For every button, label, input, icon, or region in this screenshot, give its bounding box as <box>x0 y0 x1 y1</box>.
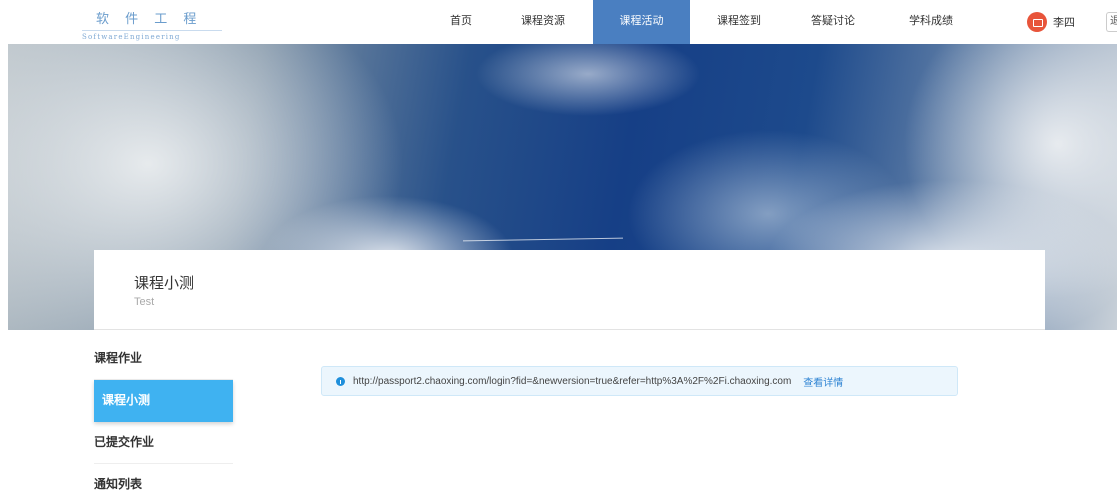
nav-home[interactable]: 首页 <box>444 0 478 44</box>
sidebar-item-submitted-homework[interactable]: 已提交作业 <box>94 422 233 464</box>
top-header: 软 件 工 程 SoftwareEngineering 首页 课程资源 课程活动… <box>0 0 1117 44</box>
sidebar-menu: 课程作业 课程小测 已提交作业 通知列表 <box>94 338 233 501</box>
sidebar-item-notice-list[interactable]: 通知列表 <box>94 464 233 501</box>
avatar-icon[interactable] <box>1027 12 1047 32</box>
sidebar-item-label: 通知列表 <box>94 477 143 491</box>
sidebar-item-label: 已提交作业 <box>94 435 155 449</box>
logo-chinese-text: 软 件 工 程 <box>96 12 203 27</box>
sidebar-item-label: 课程小测 <box>102 393 151 407</box>
alert-message: http://passport2.chaoxing.com/login?fid=… <box>353 375 792 387</box>
info-alert: http://passport2.chaoxing.com/login?fid=… <box>321 366 958 396</box>
page-subtitle: Test <box>134 296 155 308</box>
info-icon <box>336 376 345 386</box>
page-title-card: 课程小测 Test <box>94 250 1045 330</box>
sidebar-item-homework[interactable]: 课程作业 <box>94 338 233 380</box>
user-name[interactable]: 李四 <box>1053 14 1075 30</box>
logo-english-text: SoftwareEngineering <box>82 30 222 41</box>
nav-course-activities[interactable]: 课程活动 <box>593 0 690 44</box>
banner-contrail <box>463 237 623 242</box>
site-logo[interactable]: 软 件 工 程 SoftwareEngineering <box>82 8 222 41</box>
logout-button[interactable]: 退 <box>1106 12 1117 32</box>
nav-course-resources[interactable]: 课程资源 <box>515 0 571 44</box>
nav-grades[interactable]: 学科成绩 <box>903 0 959 44</box>
sidebar-item-quiz[interactable]: 课程小测 <box>94 380 233 422</box>
nav-course-checkin[interactable]: 课程签到 <box>711 0 767 44</box>
view-details-link[interactable]: 查看详情 <box>803 374 843 389</box>
nav-qa-discussion[interactable]: 答疑讨论 <box>805 0 861 44</box>
sidebar-item-label: 课程作业 <box>94 351 143 365</box>
user-menu[interactable]: 李四 <box>1027 12 1075 32</box>
page-title: 课程小测 <box>134 274 195 292</box>
